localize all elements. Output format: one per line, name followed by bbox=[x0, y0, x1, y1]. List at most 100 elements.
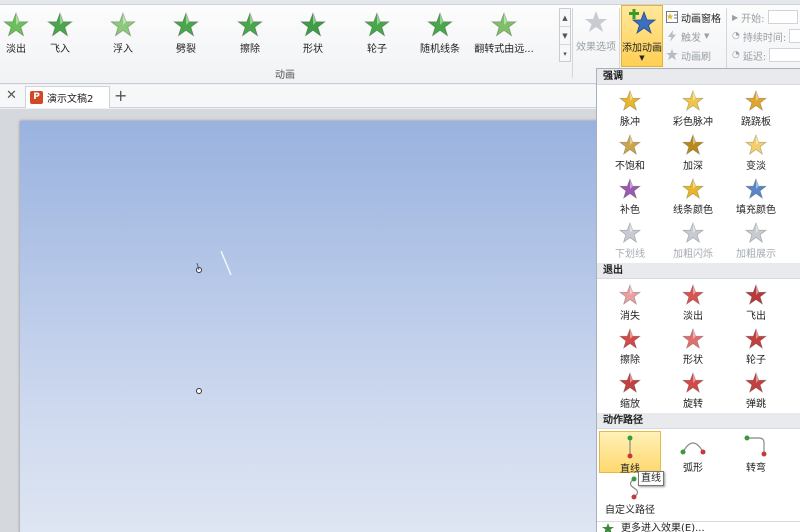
turn-path-icon bbox=[744, 435, 767, 457]
emphasis-effect-item[interactable]: 脉冲 bbox=[599, 87, 661, 129]
document-tab[interactable]: P 演示文稿2 bbox=[25, 86, 110, 108]
exit-effect-item[interactable]: 消失 bbox=[599, 281, 661, 323]
effect-label: 脉冲 bbox=[620, 117, 640, 128]
exit-star-icon bbox=[619, 328, 641, 350]
emphasis-effect-item[interactable]: 填充颜色 bbox=[725, 175, 787, 217]
exit-star-icon bbox=[745, 372, 767, 394]
effect-label: 跷跷板 bbox=[741, 117, 771, 128]
gallery-item-label: 形状 bbox=[303, 44, 323, 55]
emphasis-star-icon bbox=[745, 134, 767, 156]
emphasis-effect-item[interactable]: 线条颜色 bbox=[662, 175, 724, 217]
emphasis-effect-item[interactable]: 加粗闪烁 bbox=[662, 219, 724, 261]
emphasis-effect-item[interactable]: 不饱和 bbox=[599, 131, 661, 173]
gallery-item-label: 劈裂 bbox=[176, 44, 196, 55]
gallery-item-label: 擦除 bbox=[240, 44, 260, 55]
slide-canvas[interactable] bbox=[20, 121, 600, 532]
exit-effect-item[interactable]: 旋转 bbox=[662, 369, 724, 411]
effect-label: 旋转 bbox=[683, 399, 703, 410]
delay-label: 延迟: bbox=[742, 51, 767, 63]
powerpoint-icon: P bbox=[30, 91, 43, 104]
exit-star-icon bbox=[619, 372, 641, 394]
motion-path-label: 弧形 bbox=[683, 463, 703, 474]
gallery-more-icon[interactable]: ▾ bbox=[560, 45, 570, 63]
emphasis-star-icon bbox=[682, 134, 704, 156]
gallery-item[interactable]: 轮子 bbox=[347, 8, 407, 60]
close-icon[interactable]: ✕ bbox=[6, 88, 17, 103]
group-divider bbox=[572, 8, 573, 78]
emphasis-star-icon bbox=[745, 178, 767, 200]
clock-icon: ◔ bbox=[732, 50, 740, 60]
gallery-item-label: 随机线条 bbox=[420, 44, 460, 55]
exit-effect-item[interactable]: 轮子 bbox=[725, 325, 787, 367]
animation-pane-icon bbox=[666, 11, 678, 23]
exit-effect-item[interactable]: 形状 bbox=[662, 325, 724, 367]
animation-star-icon bbox=[300, 12, 326, 37]
effect-label: 彩色脉冲 bbox=[673, 117, 713, 128]
effect-label: 加粗展示 bbox=[736, 249, 776, 260]
start-field: ▶ 开始: bbox=[732, 8, 798, 26]
gallery-scroll[interactable]: ▲ ▼ ▾ bbox=[559, 8, 571, 62]
animation-star-icon bbox=[110, 12, 136, 37]
animation-star-icon bbox=[427, 12, 453, 37]
emphasis-star-icon bbox=[682, 90, 704, 112]
selection-handle[interactable] bbox=[196, 388, 202, 394]
effect-label: 擦除 bbox=[620, 355, 640, 366]
emphasis-effect-item[interactable]: 加深 bbox=[662, 131, 724, 173]
exit-effect-item[interactable]: 飞出 bbox=[725, 281, 787, 323]
motion-path-item[interactable]: 弧形 bbox=[662, 431, 724, 474]
gallery-scroll-down-icon[interactable]: ▼ bbox=[560, 27, 570, 45]
trigger-button[interactable]: 触发 ▼ bbox=[666, 27, 709, 45]
trigger-lightning-icon bbox=[668, 30, 676, 42]
animation-group-label: 动画 bbox=[275, 70, 295, 81]
emphasis-effect-item[interactable]: 加粗展示 bbox=[725, 219, 787, 261]
gallery-item[interactable]: 随机线条 bbox=[410, 8, 470, 60]
duration-field: ◔ 持续时间: bbox=[732, 27, 800, 45]
gallery-item[interactable]: 劈裂 bbox=[156, 8, 216, 60]
add-animation-star-icon bbox=[629, 9, 657, 35]
gallery-item-label: 翻转式由远... bbox=[474, 44, 534, 55]
animation-star-icon bbox=[364, 12, 390, 37]
gallery-item[interactable]: 翻转式由远... bbox=[474, 8, 534, 60]
exit-effect-item[interactable]: 缩放 bbox=[599, 369, 661, 411]
add-animation-button[interactable]: 添加动画 ▼ bbox=[621, 5, 663, 67]
animation-painter-button[interactable]: 动画刷 bbox=[666, 46, 711, 64]
gallery-item-label: 轮子 bbox=[367, 44, 387, 55]
gallery-item[interactable]: 浮入 bbox=[93, 8, 153, 60]
gallery-item-label: 浮入 bbox=[113, 44, 133, 55]
motion-path-label: 转弯 bbox=[746, 463, 766, 474]
slide-editing-area bbox=[0, 109, 600, 532]
gallery-scroll-up-icon[interactable]: ▲ bbox=[560, 9, 570, 27]
emphasis-star-icon bbox=[682, 222, 704, 244]
exit-star-icon bbox=[745, 328, 767, 350]
emphasis-effect-item[interactable]: 彩色脉冲 bbox=[662, 87, 724, 129]
stroke-mark-icon bbox=[196, 263, 200, 271]
effect-label: 变淡 bbox=[746, 161, 766, 172]
emphasis-effect-item[interactable]: 跷跷板 bbox=[725, 87, 787, 129]
animation-pane-button[interactable]: 动画窗格 bbox=[666, 8, 721, 26]
more-entrance-effects-button[interactable]: 更多进入效果(E)... bbox=[597, 521, 800, 532]
duration-input[interactable] bbox=[789, 29, 800, 43]
start-select[interactable] bbox=[767, 10, 798, 24]
duration-label: 持续时间: bbox=[742, 32, 787, 44]
emphasis-star-icon bbox=[745, 222, 767, 244]
emphasis-effect-item[interactable]: 补色 bbox=[599, 175, 661, 217]
exit-effect-item[interactable]: 淡出 bbox=[662, 281, 724, 323]
add-animation-caret-icon: ▼ bbox=[639, 54, 645, 62]
delay-field: ◔ 延迟: bbox=[732, 46, 800, 64]
gallery-item[interactable]: 飞入 bbox=[30, 8, 90, 60]
motion-path-item[interactable]: 直线 bbox=[599, 431, 661, 475]
effect-label: 填充颜色 bbox=[736, 205, 776, 216]
delay-input[interactable] bbox=[769, 48, 800, 62]
effect-label: 形状 bbox=[683, 355, 703, 366]
effect-label: 轮子 bbox=[746, 355, 766, 366]
gallery-item[interactable]: 擦除 bbox=[220, 8, 280, 60]
exit-effect-item[interactable]: 弹跳 bbox=[725, 369, 787, 411]
gallery-item[interactable]: 形状 bbox=[283, 8, 343, 60]
new-tab-plus-icon[interactable]: + bbox=[114, 86, 127, 105]
effect-options-button[interactable]: 效果选项 bbox=[574, 8, 618, 60]
effect-label: 下划线 bbox=[615, 249, 645, 260]
emphasis-effect-item[interactable]: 变淡 bbox=[725, 131, 787, 173]
motion-path-item[interactable]: 转弯 bbox=[725, 431, 787, 474]
exit-effect-item[interactable]: 擦除 bbox=[599, 325, 661, 367]
emphasis-effect-item[interactable]: 下划线 bbox=[599, 219, 661, 261]
